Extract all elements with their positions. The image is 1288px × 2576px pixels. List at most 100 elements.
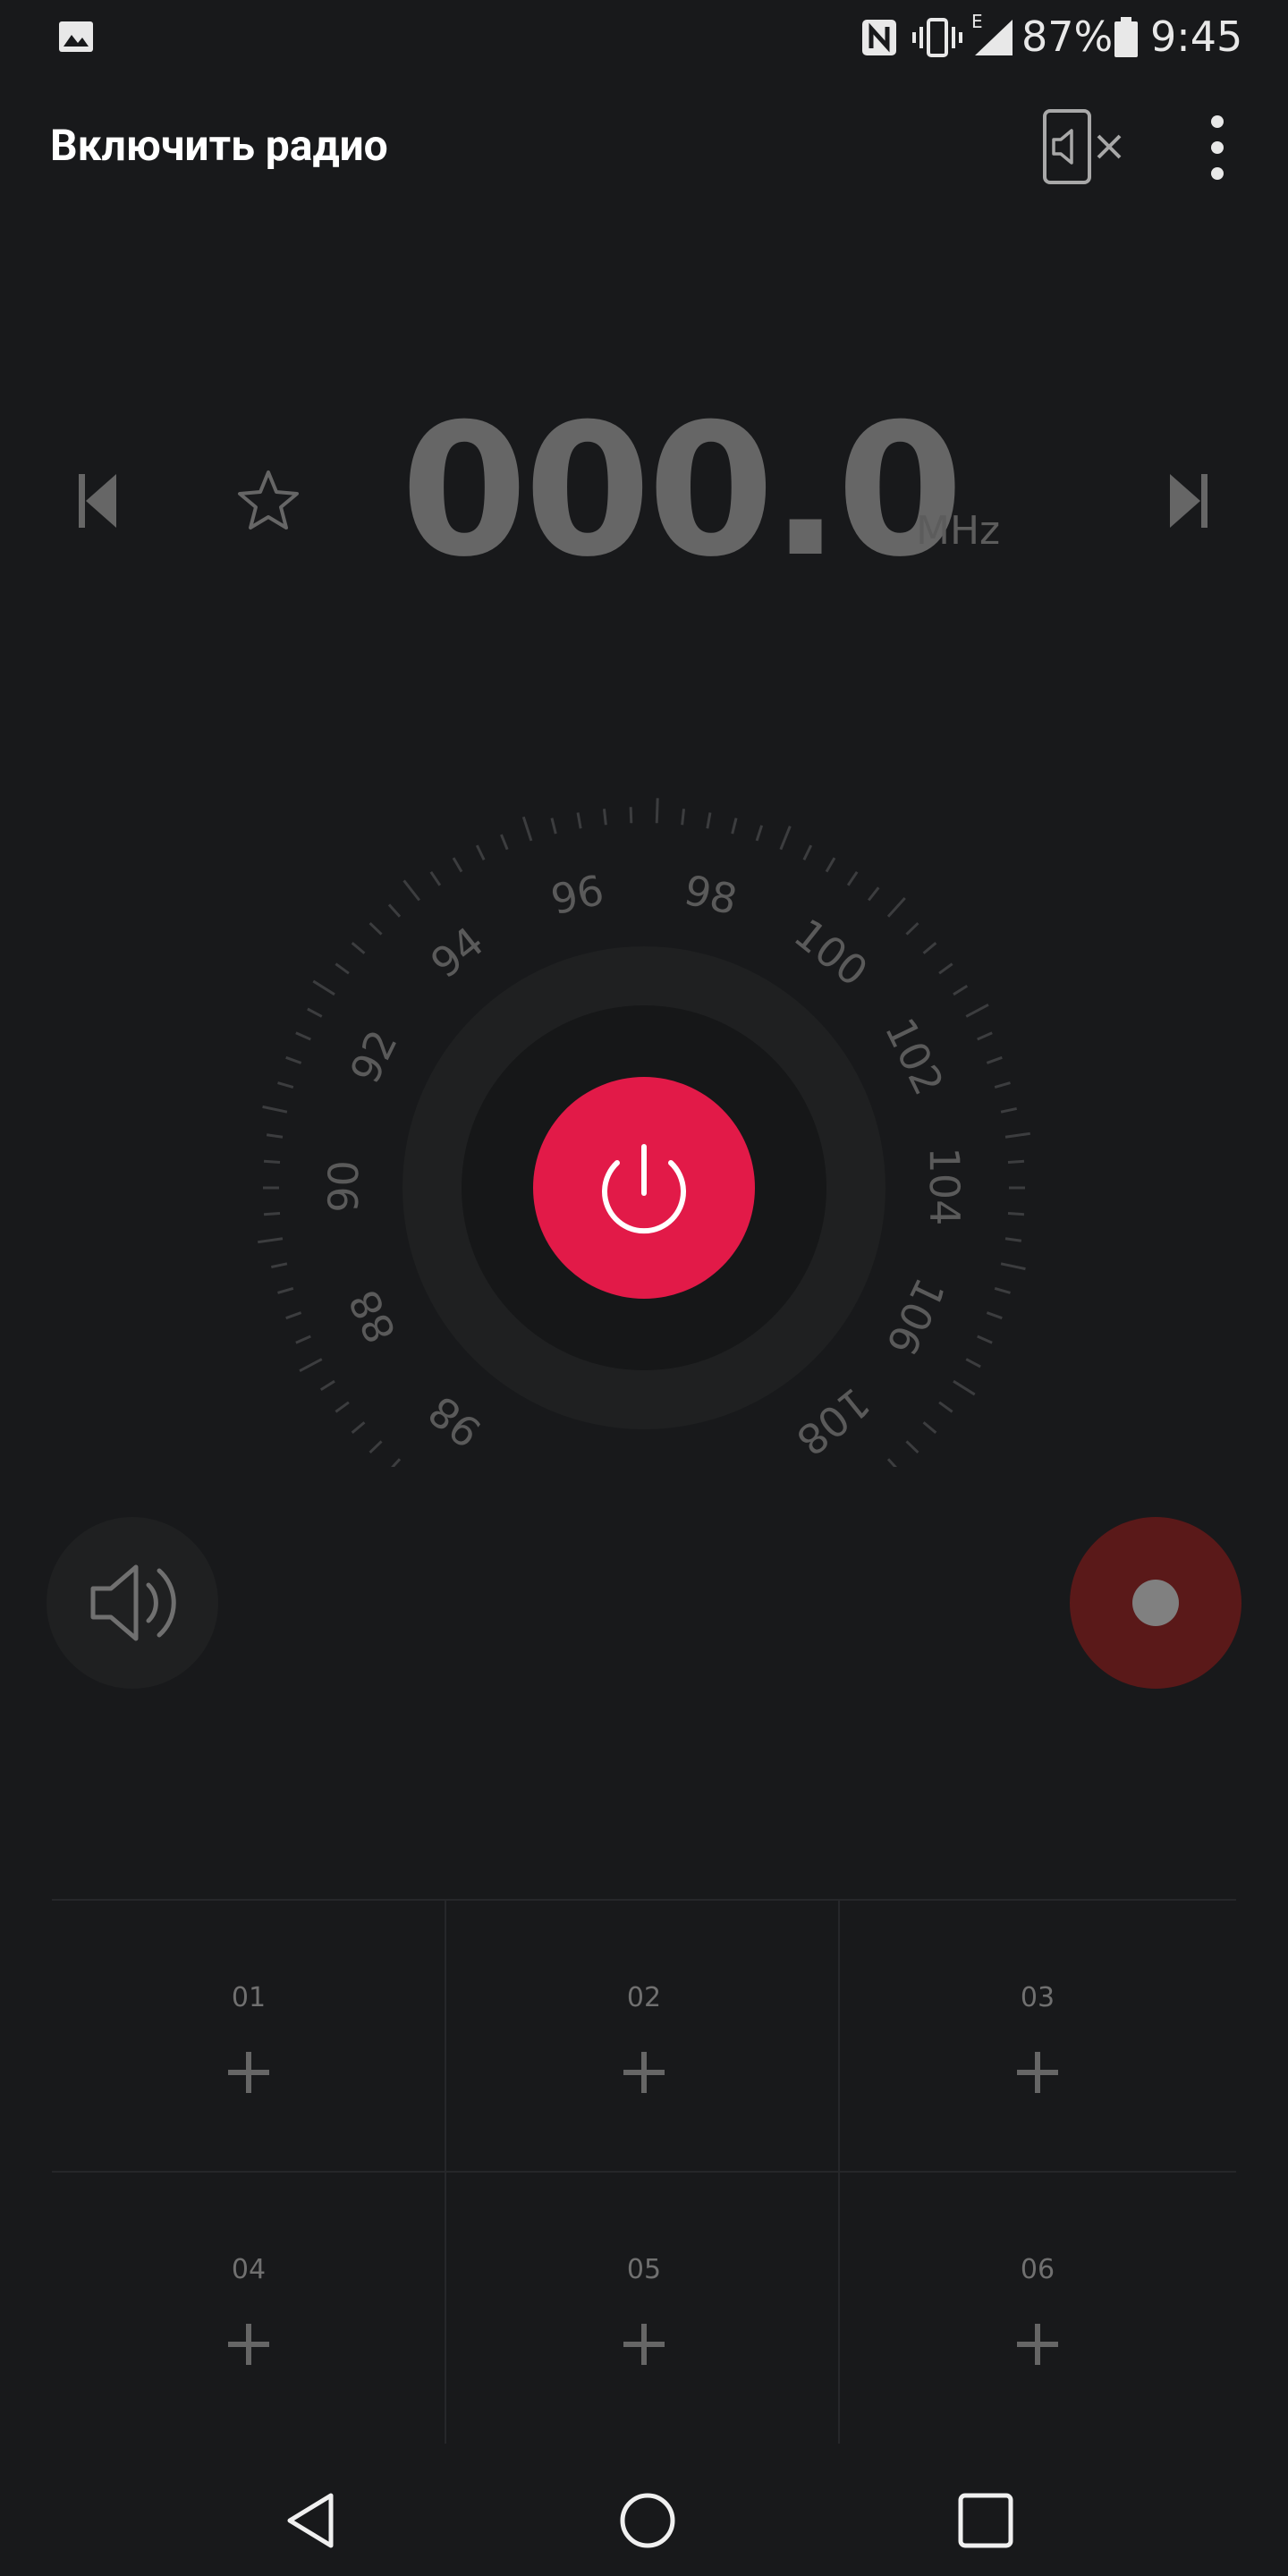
dial-tick [922, 1421, 937, 1434]
dial-tick [1007, 1211, 1025, 1216]
plus-icon [1017, 2052, 1058, 2093]
dial-tick [938, 962, 953, 975]
dial-tick [335, 1401, 350, 1413]
dial-tick [307, 1007, 323, 1018]
plus-icon [228, 2324, 269, 2365]
dial-tick [731, 818, 738, 835]
dial-tick [266, 1133, 284, 1139]
recents-button[interactable] [943, 2478, 1029, 2563]
dial-label: 108 [787, 1378, 878, 1465]
dial-tick [429, 870, 442, 886]
preset-slot-05[interactable]: 05 [447, 2172, 841, 2444]
dial-tick [576, 812, 582, 829]
frequency-display: 000.0 [401, 386, 963, 597]
dial-label: 88 [339, 1283, 405, 1351]
dial-label: 104 [920, 1147, 969, 1225]
phone-speaker-off-icon [1043, 109, 1122, 184]
dial-label: 98 [419, 1386, 490, 1457]
dial-tick [402, 879, 420, 902]
dial-tick [299, 1358, 323, 1373]
recents-icon [958, 2493, 1013, 2548]
frequency-unit: MHz [916, 508, 1001, 554]
preset-number: 06 [1020, 2254, 1055, 2285]
dial-label: 102 [876, 1011, 953, 1103]
dial-tick [387, 903, 402, 918]
dial-tick [452, 857, 463, 873]
signal-icon [975, 20, 1013, 55]
dial-tick [295, 1335, 311, 1344]
record-icon [1132, 1580, 1179, 1626]
dial-tick [994, 1287, 1011, 1294]
dial-tick [312, 979, 335, 996]
back-icon [287, 2493, 334, 2548]
power-icon [602, 1144, 686, 1234]
dial-tick [1004, 1131, 1030, 1139]
dial-tick [953, 1379, 976, 1396]
next-station-button[interactable] [1147, 458, 1233, 544]
speaker-icon [90, 1564, 176, 1641]
dial-tick [262, 1105, 288, 1114]
plus-icon [1017, 2324, 1058, 2365]
back-button[interactable] [268, 2478, 354, 2563]
power-button[interactable] [533, 1077, 755, 1299]
dial-tick [802, 844, 813, 860]
dial-tick [369, 921, 383, 936]
dial-tick [922, 942, 937, 954]
dial-tick [351, 942, 366, 954]
speaker-button[interactable] [47, 1517, 218, 1689]
dial-tick [475, 844, 486, 860]
dial-tick [953, 984, 969, 996]
preset-slot-04[interactable]: 04 [52, 2172, 445, 2444]
dial-tick [755, 825, 764, 842]
dial-tick [521, 816, 533, 842]
dial-tick [986, 1055, 1003, 1064]
record-button[interactable] [1070, 1517, 1241, 1689]
preset-slot-06[interactable]: 06 [841, 2172, 1234, 2444]
dial-tick [258, 1237, 284, 1244]
more-vert-icon [1211, 115, 1224, 180]
preset-number: 02 [626, 1982, 662, 2013]
dial-label: 96 [547, 866, 608, 925]
dial-tick [369, 1440, 383, 1454]
skip-previous-icon [79, 474, 116, 528]
preset-number: 05 [626, 2254, 662, 2285]
vibrate-icon [912, 18, 962, 57]
dial-tick [977, 1335, 993, 1344]
frequency-row: 000.0 MHz [0, 394, 1288, 608]
dial-tick [965, 1003, 989, 1018]
more-options-button[interactable] [1186, 107, 1249, 188]
plus-icon [228, 2052, 269, 2093]
dial-tick [965, 1358, 981, 1368]
dial-label: 106 [877, 1271, 953, 1362]
preset-slot-03[interactable]: 03 [841, 1900, 1234, 2172]
dial-tick [295, 1031, 311, 1041]
dial-tick [1000, 1106, 1018, 1114]
speaker-mute-button[interactable] [1038, 107, 1127, 188]
dial-tick [602, 809, 607, 826]
dial-tick [263, 1159, 281, 1165]
dial-tick [277, 1287, 294, 1294]
dial-tick [977, 1031, 993, 1041]
favorite-button[interactable] [225, 458, 311, 544]
tuning-dial[interactable]: 98 88 90 92 94 96 98 100 102 104 106 108 [0, 787, 1288, 1467]
dial-tick [270, 1262, 288, 1269]
preset-number: 04 [231, 2254, 267, 2285]
preset-slot-01[interactable]: 01 [52, 1900, 445, 2172]
dial-label: 98 [680, 866, 741, 925]
preset-number: 01 [231, 1982, 267, 2013]
image-icon [59, 21, 93, 52]
dial-tick [706, 812, 712, 829]
preset-slot-02[interactable]: 02 [447, 1900, 841, 2172]
dial-label: 92 [341, 1022, 407, 1090]
star-outline-icon [238, 470, 299, 530]
presets-grid: 01 02 03 04 05 06 [0, 1894, 1288, 2449]
preset-number: 03 [1020, 1982, 1055, 2013]
home-button[interactable] [605, 2478, 691, 2563]
dial-tick [905, 1440, 919, 1454]
dial-tick [825, 857, 836, 873]
previous-station-button[interactable] [54, 458, 140, 544]
home-icon [620, 2493, 675, 2548]
dial-tick [277, 1081, 294, 1089]
dial-tick [1000, 1262, 1026, 1271]
dial-tick [868, 886, 880, 902]
